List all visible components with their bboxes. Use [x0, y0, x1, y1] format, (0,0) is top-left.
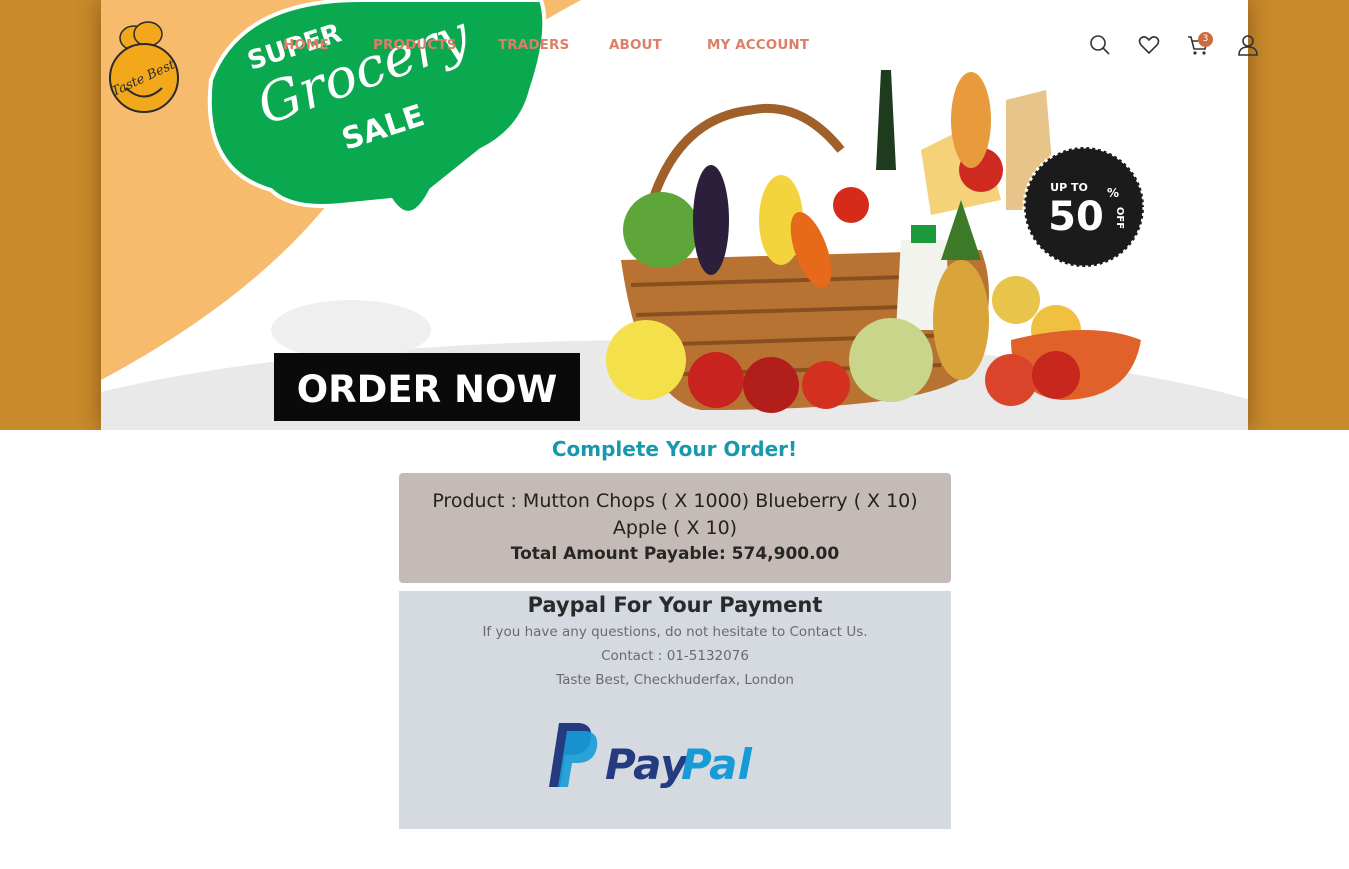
- nav-traders[interactable]: TRADERS: [498, 37, 569, 53]
- badge-50-text: 50: [1048, 194, 1104, 240]
- order-products-text: Product : Mutton Chops ( X 1000) Blueber…: [432, 490, 918, 539]
- search-icon[interactable]: [1088, 33, 1112, 57]
- order-summary-box: Product : Mutton Chops ( X 1000) Blueber…: [399, 473, 951, 583]
- order-total-text: Total Amount Payable: 574,900.00: [510, 544, 840, 564]
- badge-upto-text: UP TO: [1050, 181, 1088, 194]
- hero-banner: SUPER Grocery SALE ORDER NOW UP TO 50 % …: [0, 0, 1349, 430]
- order-now-button[interactable]: ORDER NOW: [274, 353, 580, 421]
- page-title: Complete Your Order!: [551, 437, 798, 461]
- nav-about[interactable]: ABOUT: [609, 37, 662, 53]
- banner-artwork: SUPER Grocery SALE ORDER NOW UP TO 50 % …: [101, 0, 1248, 430]
- sale-ribbon: SUPER Grocery SALE: [207, 0, 547, 215]
- order-now-label: ORDER NOW: [297, 368, 558, 411]
- payment-help-text: If you have any questions, do not hesita…: [482, 624, 868, 640]
- nav-my-account[interactable]: MY ACCOUNT: [707, 37, 809, 53]
- cart-count-badge: 3: [1198, 32, 1213, 47]
- payment-address-text: Taste Best, Checkhuderfax, London: [556, 672, 794, 688]
- badge-percent-text: %: [1107, 186, 1119, 200]
- paypal-logo-icon: Pay Pal: [549, 723, 752, 789]
- payment-contact-text: Contact : 01-5132076: [601, 648, 749, 664]
- payment-title: Paypal For Your Payment: [527, 593, 823, 617]
- nav-home[interactable]: HOME: [283, 37, 329, 53]
- paypal-pal-text: Pal: [681, 740, 752, 789]
- paypal-button[interactable]: Pay Pal: [545, 721, 755, 797]
- taste-best-logo[interactable]: Taste Best: [106, 20, 182, 114]
- chef-hat-logo-icon: Taste Best: [109, 21, 179, 113]
- paypal-pay-text: Pay: [605, 740, 689, 789]
- user-icon[interactable]: [1236, 33, 1260, 57]
- badge-off-text: OFF: [1114, 207, 1125, 229]
- banner-image: SUPER Grocery SALE ORDER NOW UP TO 50 % …: [101, 0, 1248, 430]
- nav-products[interactable]: PRODUCTS: [373, 37, 457, 53]
- discount-badge: UP TO 50 % OFF: [1022, 145, 1146, 269]
- payment-panel: Paypal For Your Payment If you have any …: [399, 591, 951, 829]
- heart-icon[interactable]: [1137, 33, 1161, 57]
